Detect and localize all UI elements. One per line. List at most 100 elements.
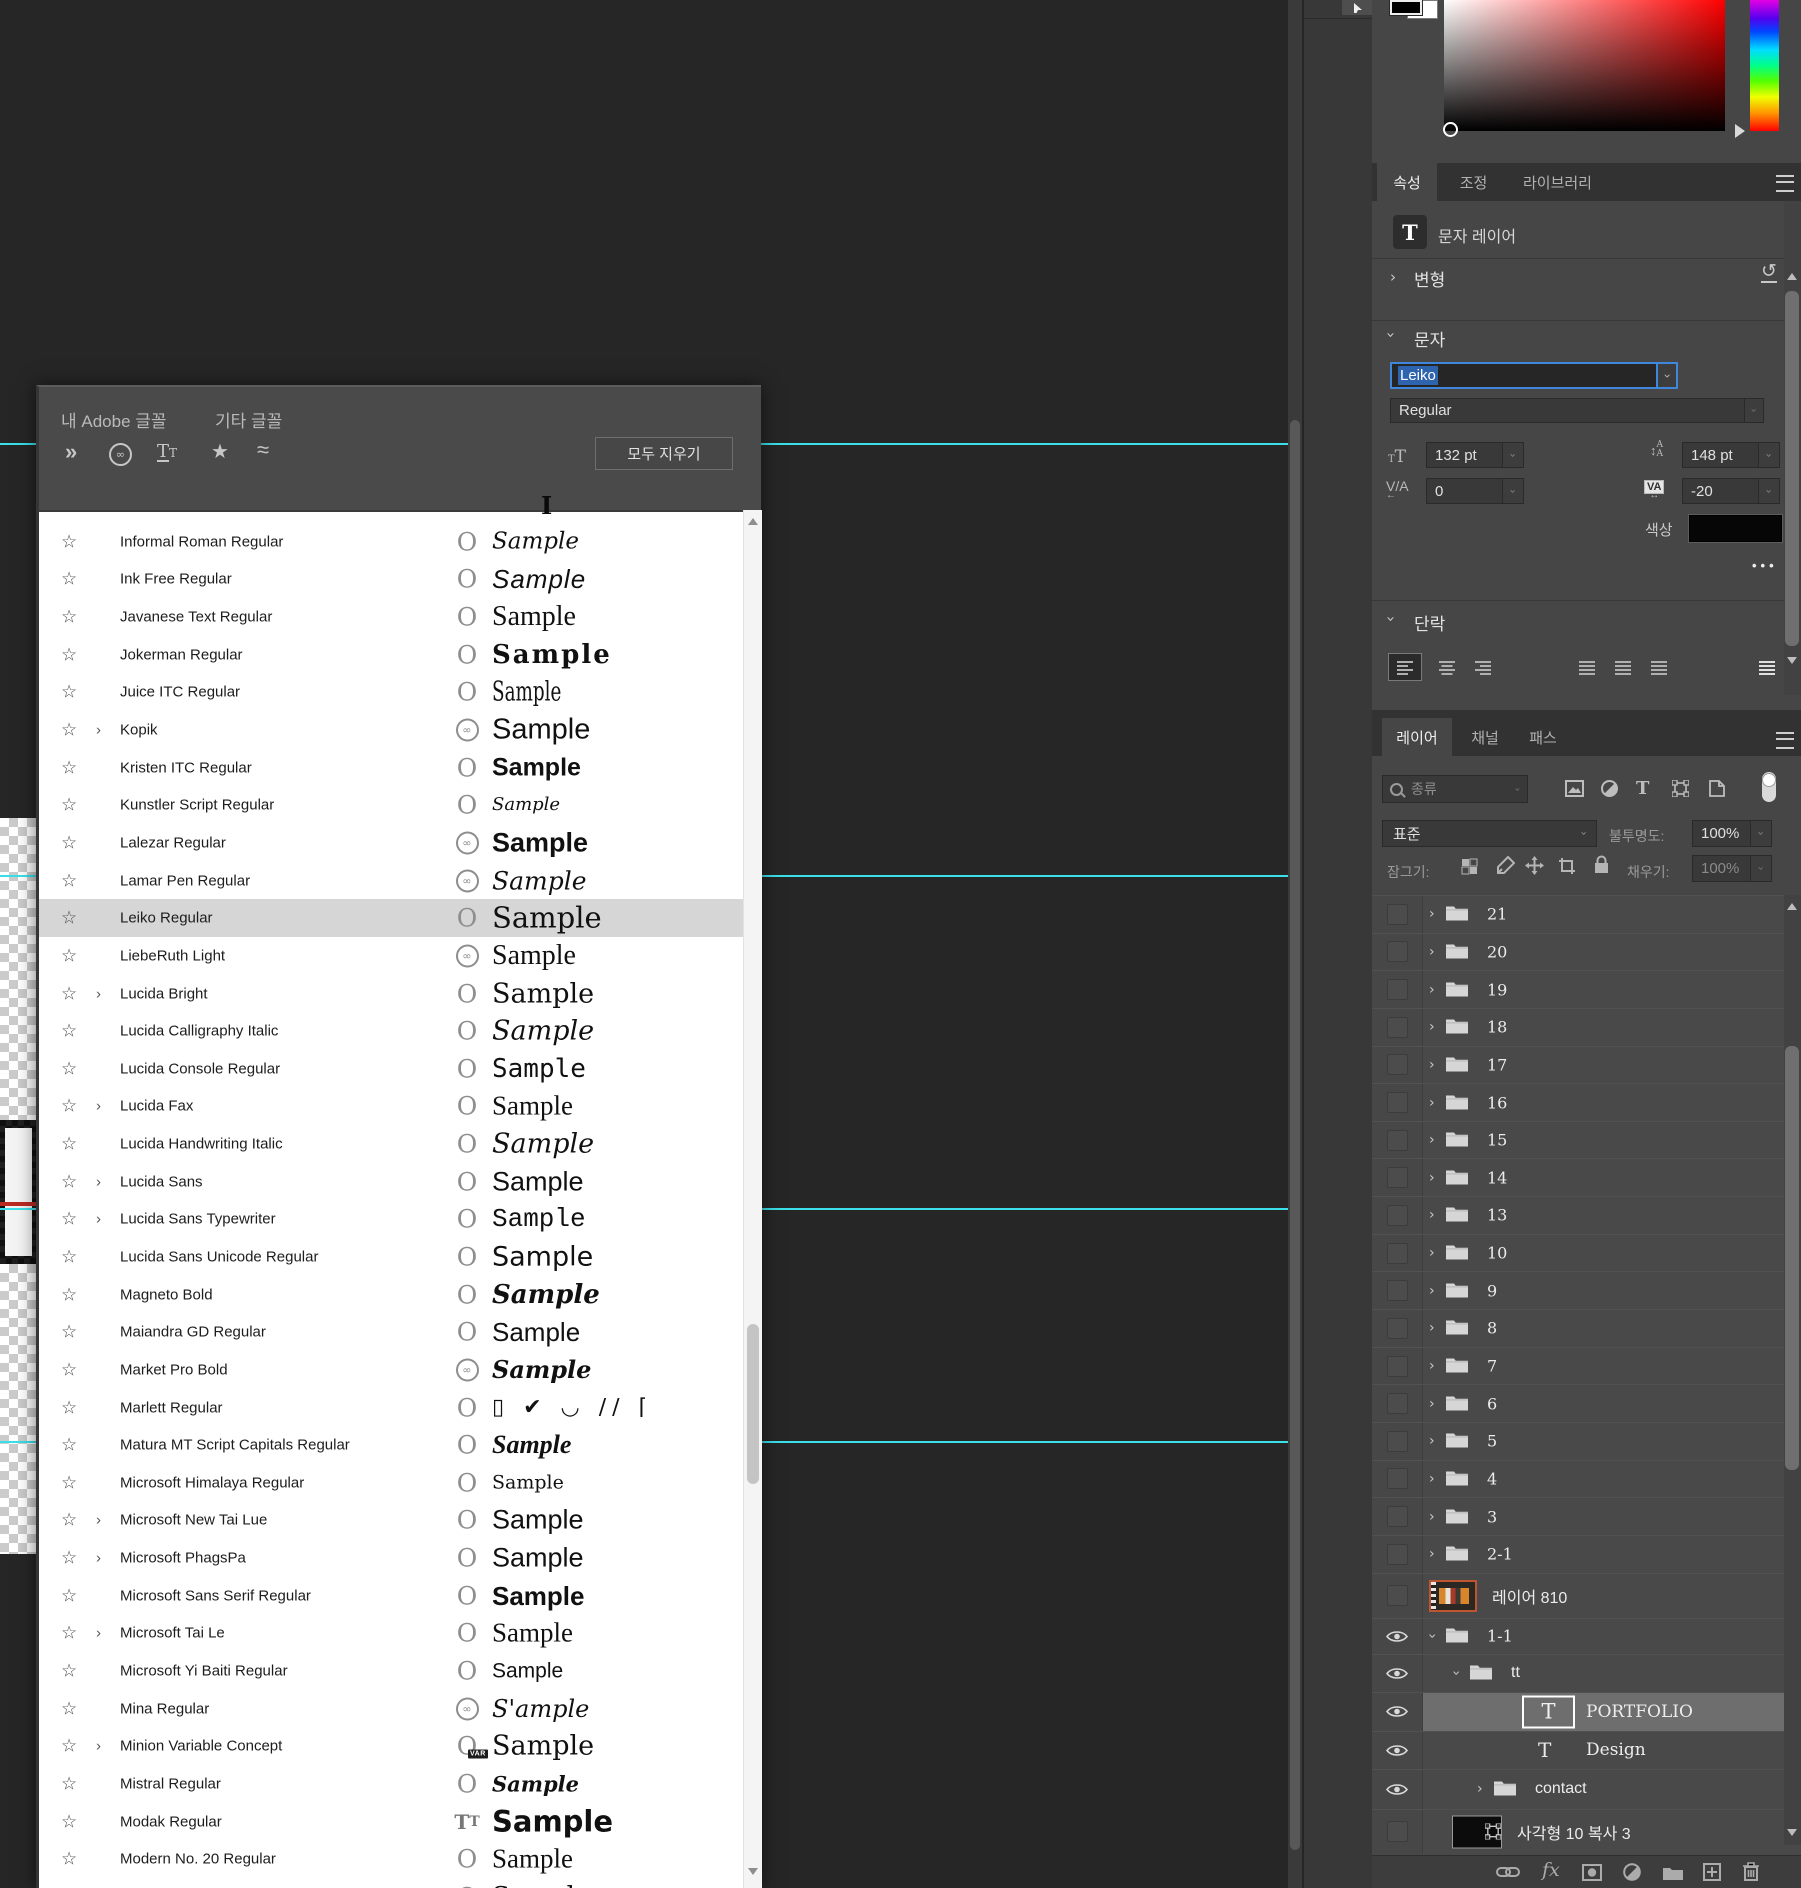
favorite-star-icon[interactable]: ☆ [61, 1096, 77, 1117]
layer-name[interactable]: Design [1586, 1740, 1646, 1760]
layer-row[interactable]: › 14 [1372, 1158, 1801, 1197]
tab-my-adobe-fonts[interactable]: 내 Adobe 글꼴 [61, 407, 167, 432]
lock-artboard-icon[interactable] [1558, 857, 1576, 875]
canvas-scrollbar-thumb[interactable] [1290, 420, 1300, 1850]
text-color-swatch[interactable] [1689, 515, 1782, 542]
visibility-toggle[interactable] [1372, 1272, 1423, 1310]
font-list-item[interactable]: ☆ Matura MT Script Capitals Regular O Sampl… [39, 1426, 743, 1464]
layer-row[interactable]: › 21 [1372, 895, 1801, 933]
layer-name[interactable]: 6 [1487, 1394, 1497, 1413]
font-list-item[interactable]: ☆ › Lucida Bright O Sample [39, 975, 743, 1013]
chevron-down-icon[interactable]: › [1382, 616, 1400, 622]
visibility-toggle[interactable] [1372, 1460, 1423, 1498]
expand-group-chevron-icon[interactable]: › [1429, 906, 1435, 922]
layer-name[interactable]: 3 [1487, 1507, 1497, 1526]
font-list-item[interactable]: ☆ Microsoft Yi Baiti Regular O Sample [39, 1652, 743, 1690]
visibility-toggle[interactable] [1372, 1234, 1423, 1272]
favorite-star-icon[interactable]: ☆ [61, 1698, 77, 1719]
expand-group-chevron-icon[interactable]: › [1429, 1170, 1435, 1186]
delete-layer-icon[interactable] [1743, 1862, 1759, 1881]
properties-scrollbar[interactable] [1784, 201, 1801, 695]
more-options-icon[interactable]: ••• [1752, 558, 1778, 573]
visibility-toggle[interactable] [1372, 1422, 1423, 1460]
paragraph-section-label[interactable]: 단락 [1414, 610, 1445, 635]
blend-mode-dropdown[interactable]: › [1572, 821, 1596, 846]
favorite-star-icon[interactable]: ☆ [61, 832, 77, 853]
layer-row[interactable]: › 3 [1372, 1497, 1801, 1535]
filter-shape-icon[interactable] [1672, 780, 1689, 797]
layer-row[interactable]: › 1-1 [1372, 1617, 1801, 1654]
favorite-star-icon[interactable]: ☆ [61, 795, 77, 816]
font-list-item[interactable]: ☆ Kunstler Script Regular O Sample [39, 786, 743, 824]
favorite-star-icon[interactable]: ☆ [61, 1585, 77, 1606]
favorite-star-icon[interactable]: ☆ [61, 1435, 77, 1456]
tracking-field[interactable]: -20 › [1682, 478, 1780, 504]
visibility-toggle[interactable] [1372, 1159, 1423, 1197]
font-list-item[interactable]: ☆ › Kopik ∞ Sample [39, 711, 743, 749]
scroll-down-arrow[interactable] [1787, 1829, 1797, 1836]
lock-position-icon[interactable] [1525, 856, 1544, 875]
visibility-toggle[interactable] [1372, 1197, 1423, 1234]
layer-row[interactable]: › 8 [1372, 1309, 1801, 1347]
visibility-eye-icon[interactable] [1386, 1744, 1408, 1757]
expand-group-chevron-icon[interactable]: › [1429, 1396, 1435, 1412]
scroll-up-arrow[interactable] [1787, 903, 1797, 910]
align-right-button[interactable] [1466, 653, 1500, 681]
align-left-button[interactable] [1388, 653, 1422, 681]
layer-name[interactable]: 2-1 [1487, 1545, 1513, 1564]
expand-family-chevron-icon[interactable]: › [96, 722, 101, 739]
filter-toggle-switch[interactable] [1762, 772, 1776, 802]
layer-row[interactable]: › 5 [1372, 1421, 1801, 1460]
visibility-toggle[interactable] [1372, 1535, 1423, 1573]
favorite-star-icon[interactable]: ☆ [61, 1397, 77, 1418]
filter-type-icon[interactable]: T [1636, 778, 1649, 799]
justify-right-button[interactable] [1642, 653, 1676, 681]
font-list-item[interactable]: ☆ Informal Roman Regular O Sample [39, 523, 743, 561]
font-style-dropdown-button[interactable]: › [1744, 399, 1763, 422]
favorite-star-icon[interactable]: ☆ [61, 1284, 77, 1305]
font-list-item[interactable]: ☆ Ink Free Regular O Sample [39, 561, 743, 599]
lock-image-icon[interactable] [1496, 856, 1515, 875]
lock-transparent-icon[interactable] [1461, 858, 1478, 875]
layer-name[interactable]: 10 [1487, 1244, 1507, 1263]
expand-family-chevron-icon[interactable]: › [96, 1211, 101, 1228]
layer-name[interactable]: 19 [1487, 980, 1507, 999]
favorites-filter-icon[interactable]: ★ [211, 439, 229, 464]
font-list-item[interactable]: ☆ Mina Regular ∞ S'ample [39, 1690, 743, 1728]
layer-name[interactable]: 1-1 [1487, 1627, 1513, 1646]
font-family-input[interactable]: Leiko [1398, 366, 1438, 385]
visibility-toggle[interactable] [1372, 933, 1423, 971]
tab-channels[interactable]: 채널 [1457, 718, 1513, 756]
font-list-item[interactable]: ☆ Lucida Sans Unicode Regular O Sample [39, 1238, 743, 1276]
font-list-item[interactable]: ☆ Lucida Console Regular O Sample [39, 1050, 743, 1088]
visibility-toggle[interactable] [1372, 1731, 1423, 1769]
visibility-eye-icon[interactable] [1386, 1783, 1408, 1796]
favorite-star-icon[interactable]: ☆ [61, 682, 77, 703]
font-list-item[interactable]: ☆ › Microsoft PhagsPa O Sample [39, 1539, 743, 1577]
layer-row[interactable]: 사각형 10 복사 3 [1372, 1808, 1801, 1854]
layer-name[interactable]: 17 [1487, 1055, 1507, 1074]
layer-row[interactable]: T Design [1372, 1730, 1801, 1769]
font-list-item[interactable]: ☆ LiebeRuth Light ∞ Sample [39, 937, 743, 975]
expand-family-chevron-icon[interactable]: › [96, 1173, 101, 1190]
font-list-item[interactable]: ☆ › Microsoft New Tai Lue O Sample [39, 1502, 743, 1540]
layer-row[interactable]: › 18 [1372, 1007, 1801, 1046]
panel-menu-icon[interactable] [1776, 175, 1794, 192]
layer-name[interactable]: 21 [1487, 905, 1507, 924]
layer-row[interactable]: T PORTFOLIO [1372, 1691, 1801, 1731]
font-list-item[interactable]: ☆ Mistral Regular O Sample [39, 1765, 743, 1803]
kerning-dropdown-button[interactable]: › [1502, 479, 1523, 503]
expand-family-chevron-icon[interactable]: › [96, 1512, 101, 1529]
expand-group-chevron-icon[interactable]: › [1429, 1057, 1435, 1073]
tab-layers[interactable]: 레이어 [1382, 718, 1452, 756]
layer-name[interactable]: 레이어 810 [1492, 1584, 1567, 1608]
dock-collapse-button[interactable] [1342, 0, 1374, 15]
favorite-star-icon[interactable]: ☆ [61, 607, 77, 628]
layer-row[interactable]: › tt [1372, 1653, 1801, 1692]
favorite-star-icon[interactable]: ☆ [61, 908, 77, 929]
tracking-dropdown-button[interactable]: › [1758, 479, 1779, 503]
collapse-group-chevron-icon[interactable]: › [1448, 1670, 1464, 1676]
hue-slider[interactable] [1750, 0, 1779, 131]
expand-group-chevron-icon[interactable]: › [1429, 982, 1435, 998]
favorite-star-icon[interactable]: ☆ [61, 1811, 77, 1832]
